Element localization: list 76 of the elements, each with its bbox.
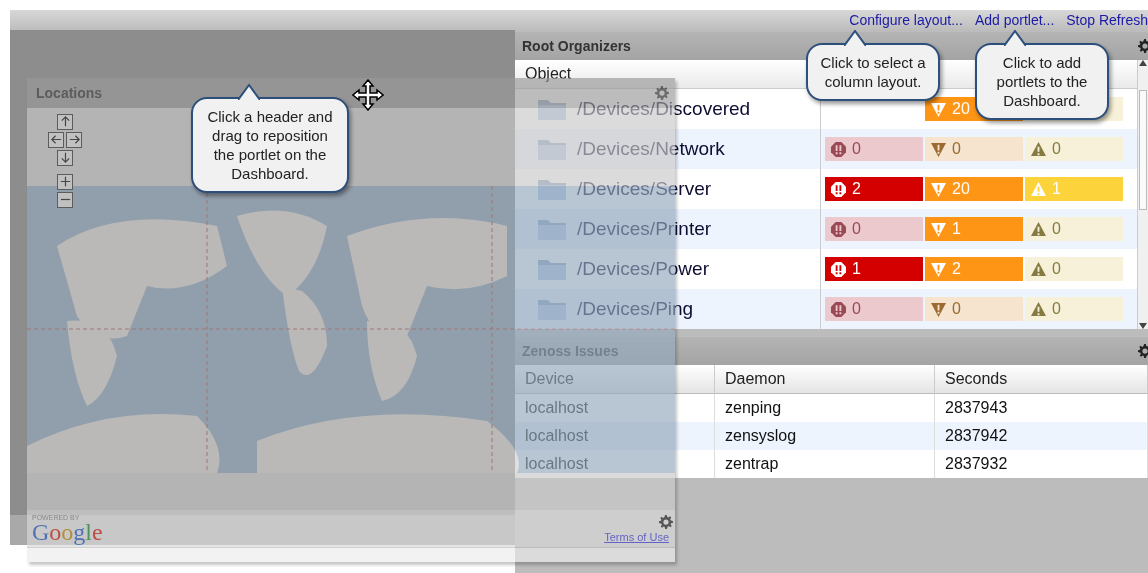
warning-triangle-icon (1031, 301, 1046, 317)
pan-down-button[interactable] (57, 149, 73, 166)
toolbar-link[interactable]: Add portlet... (974, 12, 1055, 28)
organizer-name[interactable]: /Devices/Network (577, 138, 725, 160)
severity-count[interactable]: 2 (925, 257, 1023, 281)
column-header[interactable]: Seconds (935, 365, 1148, 394)
warning-triangle-icon (1031, 181, 1046, 197)
severity-count[interactable]: 0 (1025, 297, 1123, 321)
table-cell: 2837932 (935, 450, 1148, 478)
toolbar-link[interactable]: Configure layout... (849, 12, 963, 28)
callout-tooltip: Click a header and drag to reposition the portlet on the Dashboard. (191, 97, 349, 193)
table-cell: zensyslog (715, 422, 935, 450)
severity-count[interactable]: 0 (825, 297, 923, 321)
pan-up-button[interactable] (57, 113, 73, 130)
folder-icon (537, 97, 567, 121)
folder-icon (537, 137, 567, 161)
toolbar-link[interactable]: Stop Refresh (1066, 12, 1148, 28)
table-cell: zentrap (715, 450, 935, 478)
down-triangle-icon (931, 301, 946, 317)
severity-count[interactable]: 20 (925, 177, 1023, 201)
plus-icon (58, 175, 72, 189)
alert-octagon-icon (831, 141, 846, 157)
callout-pointer (238, 84, 260, 100)
settings-icon[interactable] (1138, 39, 1148, 53)
down-triangle-icon (931, 261, 946, 277)
portlet-title[interactable]: Locations (36, 84, 103, 101)
move-cursor-icon (352, 79, 384, 111)
severity-count[interactable]: 1 (925, 217, 1023, 241)
down-triangle-icon (931, 141, 946, 157)
settings-icon[interactable] (659, 515, 673, 530)
severity-count[interactable]: 0 (825, 137, 923, 161)
portlet-title[interactable]: Root Organizers (522, 38, 631, 54)
folder-icon (537, 257, 567, 281)
zoom-out-button[interactable] (57, 191, 73, 208)
down-triangle-icon (931, 221, 946, 237)
table-cell: localhost (515, 450, 715, 478)
severity-count[interactable]: 1 (825, 257, 923, 281)
callout-tooltip: Click to select a column layout. (806, 43, 940, 101)
table-cell: 2837942 (935, 422, 1148, 450)
warning-triangle-icon (1031, 141, 1046, 157)
severity-count[interactable]: 0 (925, 137, 1023, 161)
column-header[interactable]: Daemon (715, 365, 935, 394)
scroll-thumb[interactable] (1139, 89, 1147, 210)
folder-icon (537, 297, 567, 321)
organizer-name[interactable]: /Devices/Ping (577, 298, 694, 320)
pan-right-button[interactable] (66, 131, 82, 148)
settings-icon[interactable] (655, 85, 669, 100)
alert-octagon-icon (831, 261, 846, 277)
scrollbar[interactable] (1137, 60, 1148, 329)
callout-pointer (1004, 30, 1026, 46)
zoom-in-button[interactable] (57, 173, 73, 190)
alert-octagon-icon (831, 221, 846, 237)
warning-triangle-icon (1031, 261, 1046, 277)
warning-triangle-icon (1031, 221, 1046, 237)
alert-octagon-icon (831, 181, 846, 197)
folder-icon (537, 217, 567, 241)
folder-icon (537, 177, 567, 201)
severity-count[interactable]: 0 (1025, 217, 1123, 241)
logo-text: Google (32, 521, 103, 544)
severity-count[interactable]: 0 (825, 217, 923, 241)
column-header[interactable]: Device (515, 365, 715, 394)
scroll-down-icon[interactable] (1139, 323, 1147, 329)
pan-left-button[interactable] (48, 131, 64, 148)
severity-count[interactable]: 0 (1025, 137, 1123, 161)
severity-count[interactable]: 0 (1025, 257, 1123, 281)
callout-tooltip: Click to add portlets to the Dashboard. (975, 43, 1109, 120)
callout-pointer (844, 30, 866, 46)
severity-count[interactable]: 0 (925, 297, 1023, 321)
down-triangle-icon (931, 181, 946, 197)
organizer-name[interactable]: /Devices/Printer (577, 218, 712, 240)
alert-octagon-icon (831, 301, 846, 317)
severity-count[interactable]: 2 (825, 177, 923, 201)
table-cell: localhost (515, 422, 715, 450)
down-triangle-icon (931, 101, 946, 117)
terms-link[interactable]: Terms of Use (604, 531, 669, 544)
settings-icon[interactable] (1138, 344, 1148, 358)
